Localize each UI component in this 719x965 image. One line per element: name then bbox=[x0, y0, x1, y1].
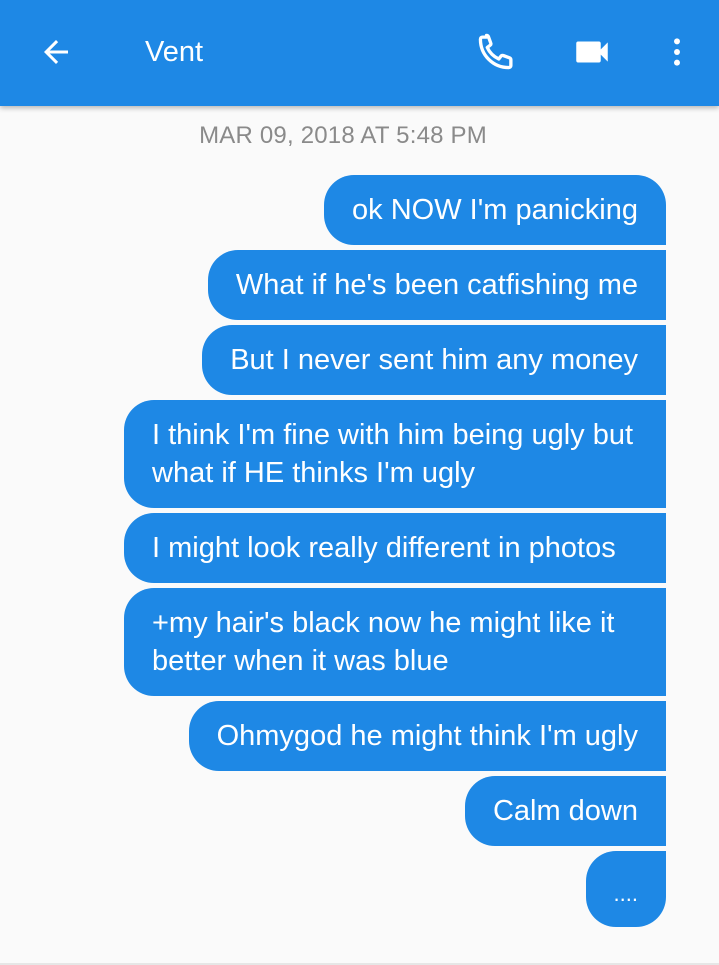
message-bubble[interactable]: Ohmygod he might think I'm ugly bbox=[188, 701, 666, 771]
app-bar: Vent bbox=[0, 0, 719, 106]
more-vert-icon bbox=[674, 38, 680, 66]
arrow-back-icon bbox=[44, 40, 68, 64]
message-bubble[interactable]: What if he's been catfishing me bbox=[207, 250, 666, 320]
video-call-button[interactable] bbox=[566, 26, 618, 78]
more-options-button[interactable] bbox=[660, 26, 694, 78]
back-button[interactable] bbox=[30, 26, 82, 78]
message-bubble[interactable]: Calm down bbox=[464, 776, 666, 846]
message-bubble[interactable]: But I never sent him any money bbox=[202, 325, 666, 395]
call-button[interactable] bbox=[470, 26, 522, 78]
message-bubble[interactable]: I think I'm fine with him being ugly but… bbox=[124, 400, 666, 508]
conversation-title: Vent bbox=[145, 36, 204, 68]
message-bubble[interactable]: +my hair's black now he might like it be… bbox=[124, 588, 666, 696]
message-timestamp: MAR 09, 2018 AT 5:48 PM bbox=[199, 122, 487, 149]
message-bubble[interactable]: ok NOW I'm panicking bbox=[324, 175, 666, 245]
message-bubble[interactable]: I might look really different in photos bbox=[124, 513, 666, 583]
message-list: ok NOW I'm panicking What if he's been c… bbox=[106, 175, 666, 932]
message-bubble[interactable]: .... bbox=[585, 851, 666, 927]
phone-icon bbox=[478, 33, 513, 70]
videocam-icon bbox=[576, 41, 608, 63]
